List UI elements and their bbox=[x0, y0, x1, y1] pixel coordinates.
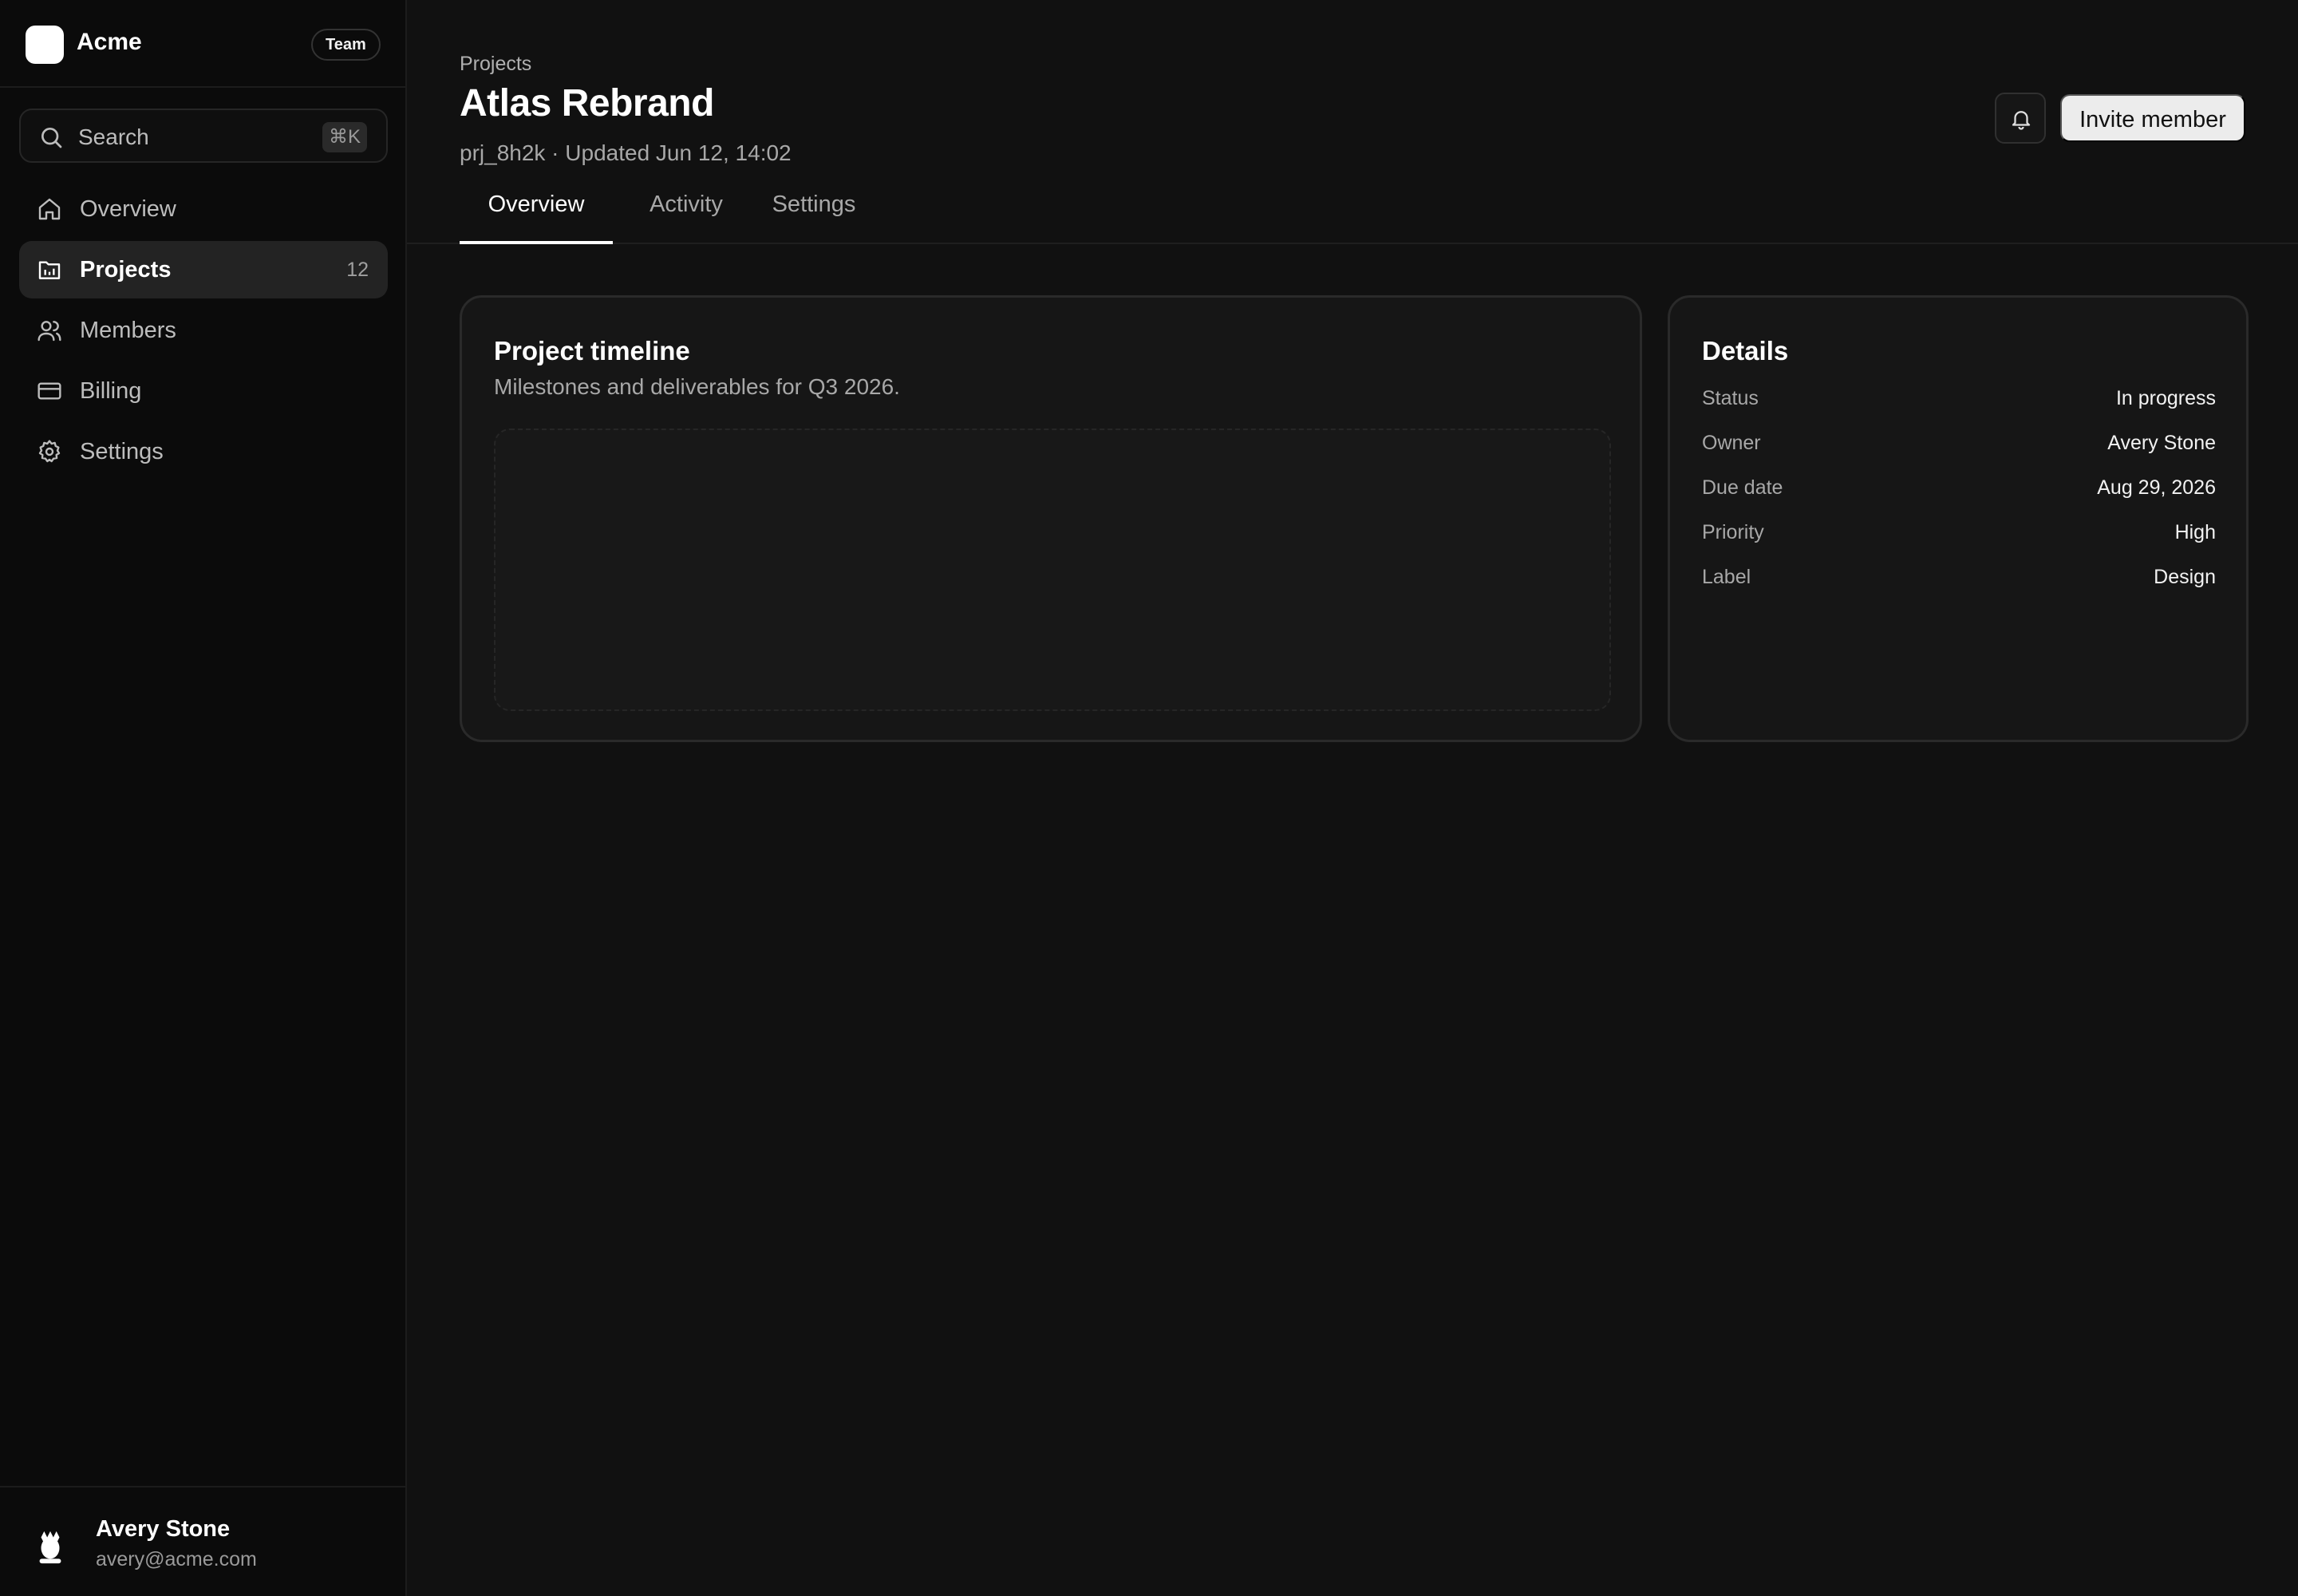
gear-icon bbox=[38, 440, 61, 463]
sidebar-item-label: Members bbox=[80, 318, 176, 343]
detail-row-status: Status In progress bbox=[1702, 387, 2216, 419]
detail-value: In progress bbox=[2115, 387, 2216, 409]
sidebar-item-settings[interactable]: Settings bbox=[19, 423, 388, 480]
detail-row-owner: Owner Avery Stone bbox=[1702, 432, 2216, 464]
details-title: Details bbox=[1702, 336, 1789, 365]
user-email: avery@acme.com bbox=[96, 1548, 257, 1570]
app-root: Acme Team Search ⌘K Overview Projects 12… bbox=[0, 0, 2298, 1596]
search-input[interactable]: Search ⌘K bbox=[19, 109, 388, 163]
detail-key: Due date bbox=[1702, 476, 1783, 499]
folder-icon bbox=[38, 261, 61, 279]
avatar bbox=[39, 1531, 61, 1564]
detail-key: Owner bbox=[1702, 432, 1761, 454]
user-profile[interactable]: Avery Stone avery@acme.com bbox=[0, 1486, 405, 1596]
home-icon bbox=[38, 198, 61, 220]
search-shortcut: ⌘K bbox=[322, 122, 367, 152]
search-icon bbox=[41, 128, 62, 148]
detail-key: Priority bbox=[1702, 521, 1764, 543]
timeline-placeholder bbox=[494, 429, 1611, 711]
detail-row-label: Label Design bbox=[1702, 566, 2216, 598]
tab-settings[interactable]: Settings bbox=[758, 184, 870, 244]
timeline-title: Project timeline bbox=[494, 336, 690, 365]
detail-key: Label bbox=[1702, 566, 1751, 588]
team-badge: Team bbox=[311, 29, 381, 61]
sidebar-item-overview[interactable]: Overview bbox=[19, 180, 388, 238]
sidebar-item-label: Settings bbox=[80, 439, 164, 464]
search-placeholder: Search bbox=[78, 124, 149, 149]
sidebar-nav: Overview Projects 12 Members Billing Set… bbox=[19, 180, 388, 484]
project-timeline-card: Project timeline Milestones and delivera… bbox=[460, 295, 1642, 742]
detail-key: Status bbox=[1702, 387, 1759, 409]
detail-value: High bbox=[2174, 521, 2216, 543]
notifications-button[interactable] bbox=[1995, 93, 2046, 144]
details-card: Details Status In progress Owner Avery S… bbox=[1668, 295, 2249, 742]
sidebar-item-label: Overview bbox=[80, 196, 176, 222]
bell-icon bbox=[2012, 111, 2031, 130]
page-title: Atlas Rebrand bbox=[460, 82, 714, 124]
timeline-subtitle: Milestones and deliverables for Q3 2026. bbox=[494, 374, 900, 399]
project-meta: prj_8h2k · Updated Jun 12, 14:02 bbox=[460, 140, 792, 165]
sidebar-item-projects[interactable]: Projects 12 bbox=[19, 241, 388, 298]
workspace-switcher[interactable]: Acme Team bbox=[0, 0, 405, 88]
detail-value: Design bbox=[2154, 566, 2216, 588]
user-name: Avery Stone bbox=[96, 1516, 231, 1542]
invite-member-button[interactable]: Invite member bbox=[2060, 94, 2245, 142]
main-content: Projects Atlas Rebrand prj_8h2k · Update… bbox=[407, 0, 2298, 1596]
users-icon bbox=[38, 321, 61, 342]
sidebar: Acme Team Search ⌘K Overview Projects 12… bbox=[0, 0, 407, 1596]
detail-row-due-date: Due date Aug 29, 2026 bbox=[1702, 476, 2216, 508]
projects-count-badge: 12 bbox=[346, 259, 369, 281]
tab-overview[interactable]: Overview bbox=[460, 184, 613, 244]
acme-logo bbox=[26, 26, 64, 64]
sidebar-item-label: Projects bbox=[80, 257, 172, 282]
brand-name: Acme bbox=[77, 29, 142, 55]
tab-activity[interactable]: Activity bbox=[632, 184, 740, 244]
sidebar-item-label: Billing bbox=[80, 378, 142, 404]
detail-value: Avery Stone bbox=[2107, 432, 2216, 454]
sidebar-item-members[interactable]: Members bbox=[19, 302, 388, 359]
detail-row-priority: Priority High bbox=[1702, 521, 2216, 553]
breadcrumb[interactable]: Projects bbox=[460, 53, 531, 76]
sidebar-item-billing[interactable]: Billing bbox=[19, 362, 388, 420]
credit-card-icon bbox=[38, 382, 61, 400]
tab-bar: Overview Activity Settings bbox=[407, 184, 2298, 244]
detail-value: Aug 29, 2026 bbox=[2097, 476, 2216, 499]
